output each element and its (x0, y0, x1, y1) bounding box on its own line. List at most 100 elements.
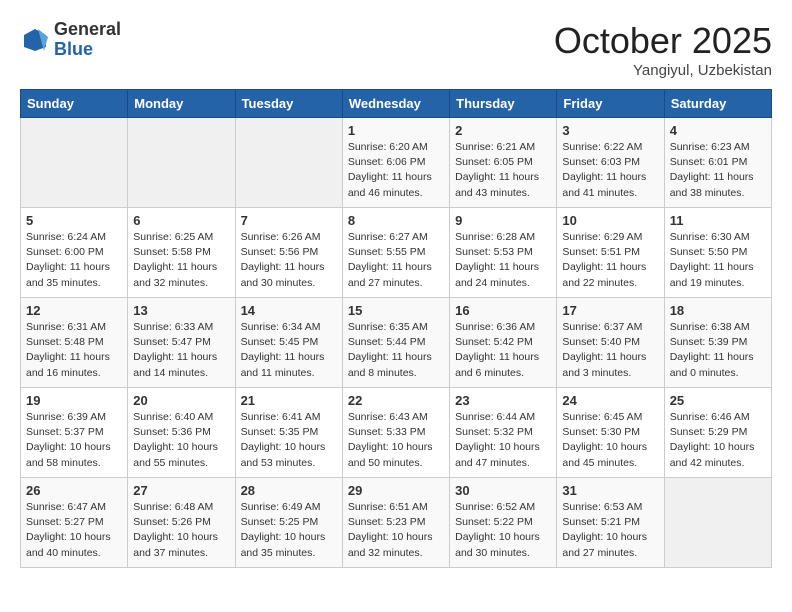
day-info: Sunrise: 6:47 AM Sunset: 5:27 PM Dayligh… (26, 500, 122, 561)
calendar-cell (664, 478, 771, 568)
page-header: General Blue October 2025 Yangiyul, Uzbe… (20, 20, 772, 79)
calendar-cell: 3 Sunrise: 6:22 AM Sunset: 6:03 PM Daylig… (557, 118, 664, 208)
calendar-cell: 16 Sunrise: 6:36 AM Sunset: 5:42 PM Dayli… (450, 298, 557, 388)
day-info: Sunrise: 6:38 AM Sunset: 5:39 PM Dayligh… (670, 320, 766, 381)
weekday-header: Wednesday (342, 90, 449, 118)
day-info: Sunrise: 6:34 AM Sunset: 5:45 PM Dayligh… (241, 320, 337, 381)
calendar-week-row: 19Sunrise: 6:39 AM Sunset: 5:37 PM Dayli… (21, 388, 772, 478)
day-info: Sunrise: 6:25 AM Sunset: 5:58 PM Dayligh… (133, 230, 229, 291)
calendar-cell: 25 Sunrise: 6:46 AM Sunset: 5:29 PM Dayli… (664, 388, 771, 478)
day-number: 8 (348, 213, 444, 228)
day-info: Sunrise: 6:31 AM Sunset: 5:48 PM Dayligh… (26, 320, 122, 381)
logo-blue-text: Blue (54, 40, 121, 60)
calendar-cell: 28 Sunrise: 6:49 AM Sunset: 5:25 PM Dayli… (235, 478, 342, 568)
weekday-header-row: SundayMondayTuesdayWednesdayThursdayFrid… (21, 90, 772, 118)
day-number: 30 (455, 483, 551, 498)
day-number: 24 (562, 393, 658, 408)
day-number: 16 (455, 303, 551, 318)
day-info: Sunrise: 6:27 AM Sunset: 5:55 PM Dayligh… (348, 230, 444, 291)
calendar-cell: 7 Sunrise: 6:26 AM Sunset: 5:56 PM Daylig… (235, 208, 342, 298)
day-info: Sunrise: 6:53 AM Sunset: 5:21 PM Dayligh… (562, 500, 658, 561)
calendar-cell: 21Sunrise: 6:41 AM Sunset: 5:35 PM Dayli… (235, 388, 342, 478)
day-number: 11 (670, 213, 766, 228)
day-number: 2 (455, 123, 551, 138)
day-info: Sunrise: 6:29 AM Sunset: 5:51 PM Dayligh… (562, 230, 658, 291)
day-info: Sunrise: 6:45 AM Sunset: 5:30 PM Dayligh… (562, 410, 658, 471)
calendar-week-row: 1 Sunrise: 6:20 AM Sunset: 6:06 PM Daylig… (21, 118, 772, 208)
calendar-week-row: 12Sunrise: 6:31 AM Sunset: 5:48 PM Dayli… (21, 298, 772, 388)
calendar-cell: 1 Sunrise: 6:20 AM Sunset: 6:06 PM Daylig… (342, 118, 449, 208)
day-info: Sunrise: 6:48 AM Sunset: 5:26 PM Dayligh… (133, 500, 229, 561)
calendar-cell: 22Sunrise: 6:43 AM Sunset: 5:33 PM Dayli… (342, 388, 449, 478)
day-number: 25 (670, 393, 766, 408)
calendar-cell: 11 Sunrise: 6:30 AM Sunset: 5:50 PM Dayli… (664, 208, 771, 298)
weekday-header: Monday (128, 90, 235, 118)
calendar-cell (128, 118, 235, 208)
day-number: 4 (670, 123, 766, 138)
month-title: October 2025 (554, 20, 772, 62)
day-number: 15 (348, 303, 444, 318)
weekday-header: Sunday (21, 90, 128, 118)
calendar-cell: 5Sunrise: 6:24 AM Sunset: 6:00 PM Daylig… (21, 208, 128, 298)
day-info: Sunrise: 6:24 AM Sunset: 6:00 PM Dayligh… (26, 230, 122, 291)
day-info: Sunrise: 6:28 AM Sunset: 5:53 PM Dayligh… (455, 230, 551, 291)
day-info: Sunrise: 6:26 AM Sunset: 5:56 PM Dayligh… (241, 230, 337, 291)
day-number: 27 (133, 483, 229, 498)
day-number: 26 (26, 483, 122, 498)
day-info: Sunrise: 6:43 AM Sunset: 5:33 PM Dayligh… (348, 410, 444, 471)
day-info: Sunrise: 6:49 AM Sunset: 5:25 PM Dayligh… (241, 500, 337, 561)
weekday-header: Thursday (450, 90, 557, 118)
day-number: 13 (133, 303, 229, 318)
day-number: 7 (241, 213, 337, 228)
day-number: 17 (562, 303, 658, 318)
day-number: 9 (455, 213, 551, 228)
day-info: Sunrise: 6:20 AM Sunset: 6:06 PM Dayligh… (348, 140, 444, 201)
logo-icon (20, 25, 50, 55)
weekday-header: Saturday (664, 90, 771, 118)
day-info: Sunrise: 6:30 AM Sunset: 5:50 PM Dayligh… (670, 230, 766, 291)
day-info: Sunrise: 6:40 AM Sunset: 5:36 PM Dayligh… (133, 410, 229, 471)
calendar-cell: 8 Sunrise: 6:27 AM Sunset: 5:55 PM Daylig… (342, 208, 449, 298)
day-info: Sunrise: 6:21 AM Sunset: 6:05 PM Dayligh… (455, 140, 551, 201)
calendar-cell: 13 Sunrise: 6:33 AM Sunset: 5:47 PM Dayli… (128, 298, 235, 388)
logo-general-text: General (54, 20, 121, 40)
calendar-cell: 10 Sunrise: 6:29 AM Sunset: 5:51 PM Dayli… (557, 208, 664, 298)
day-info: Sunrise: 6:22 AM Sunset: 6:03 PM Dayligh… (562, 140, 658, 201)
calendar-cell: 9 Sunrise: 6:28 AM Sunset: 5:53 PM Daylig… (450, 208, 557, 298)
day-number: 28 (241, 483, 337, 498)
logo: General Blue (20, 20, 121, 60)
calendar-cell: 12Sunrise: 6:31 AM Sunset: 5:48 PM Dayli… (21, 298, 128, 388)
day-info: Sunrise: 6:52 AM Sunset: 5:22 PM Dayligh… (455, 500, 551, 561)
calendar-cell: 24 Sunrise: 6:45 AM Sunset: 5:30 PM Dayli… (557, 388, 664, 478)
weekday-header: Tuesday (235, 90, 342, 118)
calendar-cell: 20 Sunrise: 6:40 AM Sunset: 5:36 PM Dayli… (128, 388, 235, 478)
day-number: 29 (348, 483, 444, 498)
day-number: 3 (562, 123, 658, 138)
day-info: Sunrise: 6:46 AM Sunset: 5:29 PM Dayligh… (670, 410, 766, 471)
calendar-cell: 31 Sunrise: 6:53 AM Sunset: 5:21 PM Dayli… (557, 478, 664, 568)
day-number: 18 (670, 303, 766, 318)
calendar-cell (21, 118, 128, 208)
calendar-cell: 15Sunrise: 6:35 AM Sunset: 5:44 PM Dayli… (342, 298, 449, 388)
day-info: Sunrise: 6:39 AM Sunset: 5:37 PM Dayligh… (26, 410, 122, 471)
calendar-table: SundayMondayTuesdayWednesdayThursdayFrid… (20, 89, 772, 568)
day-info: Sunrise: 6:36 AM Sunset: 5:42 PM Dayligh… (455, 320, 551, 381)
day-info: Sunrise: 6:37 AM Sunset: 5:40 PM Dayligh… (562, 320, 658, 381)
day-number: 31 (562, 483, 658, 498)
day-number: 6 (133, 213, 229, 228)
calendar-cell: 26 Sunrise: 6:47 AM Sunset: 5:27 PM Dayli… (21, 478, 128, 568)
title-area: October 2025 Yangiyul, Uzbekistan (554, 20, 772, 79)
weekday-header: Friday (557, 90, 664, 118)
day-number: 10 (562, 213, 658, 228)
calendar-week-row: 5Sunrise: 6:24 AM Sunset: 6:00 PM Daylig… (21, 208, 772, 298)
calendar-cell: 14Sunrise: 6:34 AM Sunset: 5:45 PM Dayli… (235, 298, 342, 388)
day-number: 1 (348, 123, 444, 138)
calendar-cell: 29Sunrise: 6:51 AM Sunset: 5:23 PM Dayli… (342, 478, 449, 568)
calendar-cell: 27 Sunrise: 6:48 AM Sunset: 5:26 PM Dayli… (128, 478, 235, 568)
day-number: 20 (133, 393, 229, 408)
day-info: Sunrise: 6:33 AM Sunset: 5:47 PM Dayligh… (133, 320, 229, 381)
calendar-cell: 6 Sunrise: 6:25 AM Sunset: 5:58 PM Daylig… (128, 208, 235, 298)
location: Yangiyul, Uzbekistan (554, 62, 772, 79)
day-info: Sunrise: 6:41 AM Sunset: 5:35 PM Dayligh… (241, 410, 337, 471)
day-number: 23 (455, 393, 551, 408)
